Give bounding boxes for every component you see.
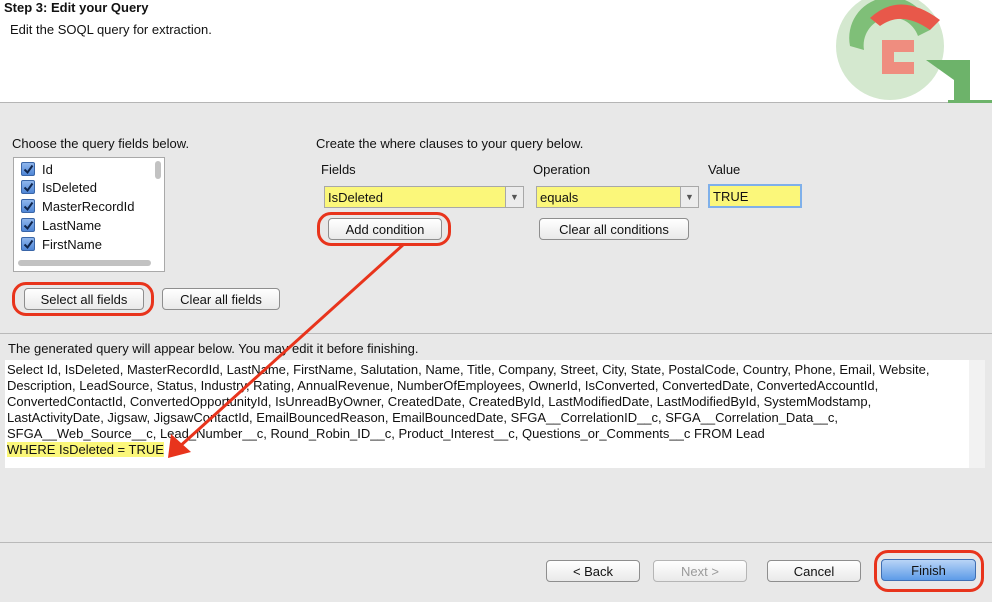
query-editor-scrollbar[interactable] xyxy=(969,360,985,468)
fields-panel-label: Choose the query fields below. xyxy=(12,136,190,151)
field-label: MasterRecordId xyxy=(42,198,135,214)
checkbox-checked-icon[interactable] xyxy=(21,218,35,232)
operation-column-header: Operation xyxy=(533,162,591,177)
clear-all-fields-button[interactable]: Clear all fields xyxy=(162,288,280,310)
query-panel-label: The generated query will appear below. Y… xyxy=(8,341,419,356)
footer-divider xyxy=(0,542,992,543)
value-column-header: Value xyxy=(708,162,741,177)
field-row-lastname[interactable]: LastName xyxy=(21,216,101,234)
where-clause-text: WHERE IsDeleted = TRUE xyxy=(7,442,164,457)
back-button[interactable]: < Back xyxy=(546,560,640,582)
field-row-masterrecordid[interactable]: MasterRecordId xyxy=(21,197,134,215)
select-all-fields-button[interactable]: Select all fields xyxy=(24,288,144,310)
field-label: LastName xyxy=(42,217,102,233)
clear-all-conditions-button[interactable]: Clear all conditions xyxy=(539,218,689,240)
checkbox-checked-icon[interactable] xyxy=(21,237,35,251)
checkbox-checked-icon[interactable] xyxy=(21,180,35,194)
where-value-input[interactable]: TRUE xyxy=(708,184,802,208)
field-row-firstname[interactable]: FirstName xyxy=(21,235,102,253)
field-row-id[interactable]: Id xyxy=(21,160,53,178)
next-button[interactable]: Next > xyxy=(653,560,747,582)
query-text: Select Id, IsDeleted, MasterRecordId, La… xyxy=(7,362,934,441)
query-fields-list[interactable]: Id IsDeleted MasterRecordId LastName Fir… xyxy=(13,157,165,272)
step-description: Edit the SOQL query for extraction. xyxy=(10,22,212,37)
where-operation-selected-value: equals xyxy=(540,189,579,205)
where-operation-select[interactable]: equals ▼ xyxy=(536,186,699,208)
dataloader-logo xyxy=(830,0,992,103)
field-label: IsDeleted xyxy=(42,179,97,195)
where-panel-label: Create the where clauses to your query b… xyxy=(316,136,584,151)
field-label: Id xyxy=(42,161,53,177)
chevron-down-icon[interactable]: ▼ xyxy=(505,187,523,207)
wizard-header: Step 3: Edit your Query Edit the SOQL qu… xyxy=(0,0,992,103)
fields-list-horizontal-scrollbar[interactable] xyxy=(18,260,151,266)
checkbox-checked-icon[interactable] xyxy=(21,199,35,213)
chevron-down-icon[interactable]: ▼ xyxy=(680,187,698,207)
query-editor[interactable]: Select Id, IsDeleted, MasterRecordId, La… xyxy=(5,360,969,468)
fields-column-header: Fields xyxy=(321,162,356,177)
where-field-selected-value: IsDeleted xyxy=(328,189,383,205)
fields-list-vertical-scrollbar[interactable] xyxy=(155,161,161,179)
add-condition-button[interactable]: Add condition xyxy=(328,218,442,240)
field-row-isdeleted[interactable]: IsDeleted xyxy=(21,178,97,196)
checkbox-checked-icon[interactable] xyxy=(21,162,35,176)
field-label: FirstName xyxy=(42,236,102,252)
step-title: Step 3: Edit your Query xyxy=(4,0,149,15)
where-field-select[interactable]: IsDeleted ▼ xyxy=(324,186,524,208)
finish-button[interactable]: Finish xyxy=(881,559,976,581)
cancel-button[interactable]: Cancel xyxy=(767,560,861,582)
section-divider xyxy=(0,333,992,334)
